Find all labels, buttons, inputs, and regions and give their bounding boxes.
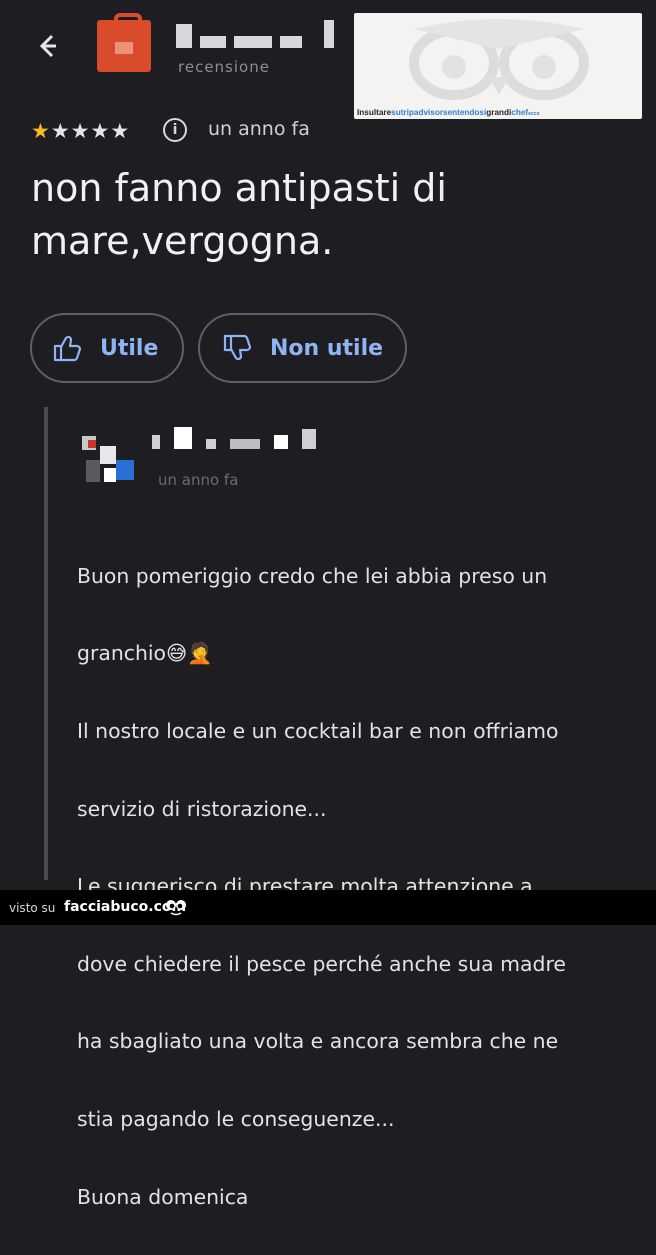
- useful-button[interactable]: Utile: [30, 313, 184, 383]
- reply-line: ha sbagliato una volta e ancora sembra c…: [77, 1029, 559, 1054]
- reply-divider: [44, 407, 48, 880]
- footer-prefix: visto su: [9, 901, 56, 915]
- reply-line: dove chiedere il pesce perché anche sua …: [77, 951, 566, 976]
- review-time-ago: un anno fa: [208, 118, 310, 140]
- reply-line: Il nostro locale e un cocktail bar e non…: [77, 718, 559, 743]
- owner-name-pixelated: [152, 427, 316, 449]
- star-icon: ★: [90, 119, 110, 143]
- owl-logo-icon: [409, 19, 589, 100]
- eyes-icon: [166, 900, 186, 916]
- star-icon: ★: [50, 119, 70, 143]
- thumbs-down-icon: [223, 334, 252, 361]
- star-icon: ★: [110, 119, 130, 143]
- watermark-text: Insultaresutripadvisorsentendosigrandich…: [357, 108, 540, 117]
- thumbs-up-icon: [53, 335, 82, 362]
- useful-label: Utile: [100, 335, 159, 361]
- owner-avatar[interactable]: [80, 430, 140, 490]
- info-icon[interactable]: i: [163, 118, 187, 142]
- owner-reply-text: Buon pomeriggio credo che lei abbia pres…: [77, 518, 637, 1255]
- star-icon: ★: [70, 119, 90, 143]
- not-useful-button[interactable]: Non utile: [198, 313, 407, 383]
- reply-line: granchio😅🤦: [77, 641, 213, 666]
- reply-line: Buona domenica: [77, 1184, 249, 1209]
- not-useful-label: Non utile: [270, 335, 384, 361]
- review-text: non fanno antipasti di mare,vergogna.: [31, 166, 447, 263]
- star-icon: ★: [31, 119, 50, 143]
- reply-line: servizio di ristorazione...: [77, 796, 327, 821]
- reply-line: Buon pomeriggio credo che lei abbia pres…: [77, 563, 548, 588]
- owner-reply-time: un anno fa: [158, 471, 239, 489]
- reply-line: stia pagando le conseguenze...: [77, 1106, 395, 1131]
- reviewer-name-pixelated: [176, 20, 334, 48]
- reviewer-subtitle: recensione: [178, 58, 270, 76]
- back-arrow-icon[interactable]: [34, 28, 60, 64]
- star-rating: ★ ★ ★ ★ ★: [31, 119, 129, 143]
- watermark-logo: Insultaresutripadvisorsentendosigrandich…: [354, 13, 642, 119]
- reviewer-avatar[interactable]: [97, 20, 151, 72]
